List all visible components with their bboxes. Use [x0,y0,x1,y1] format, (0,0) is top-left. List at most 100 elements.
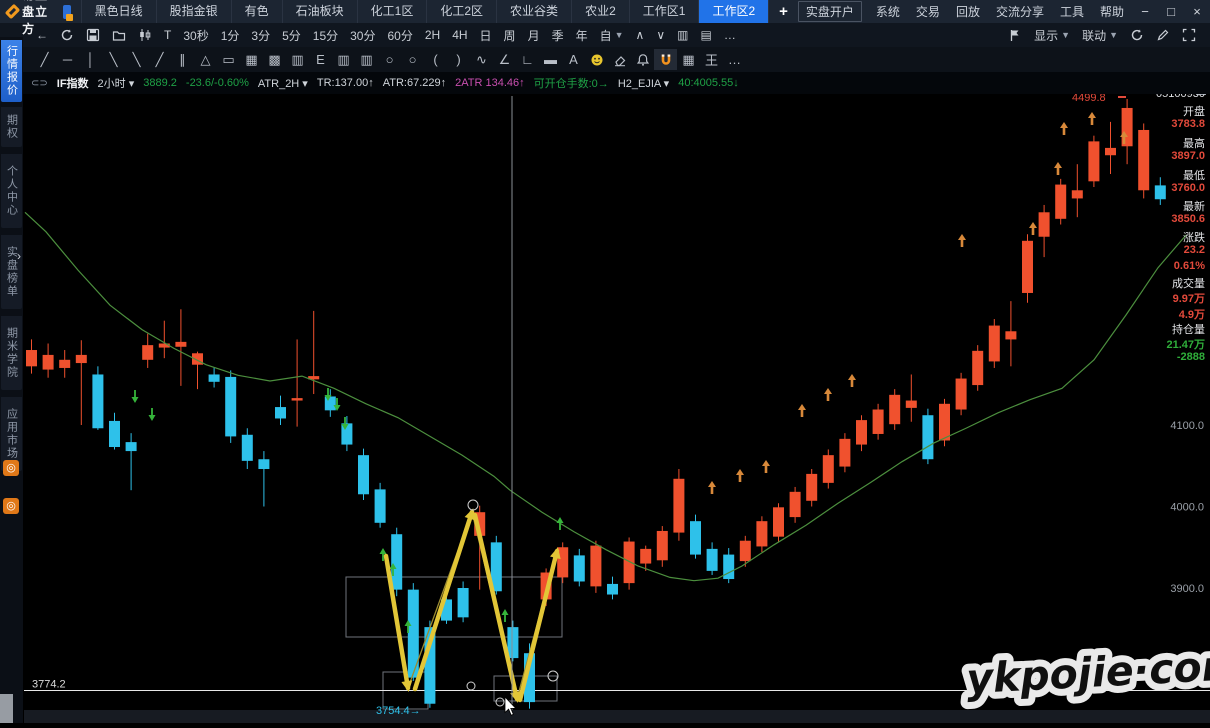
text-tool[interactable]: A [562,49,585,70]
draw-pencil-icon[interactable] [1150,28,1176,42]
period-button[interactable]: 5分 [276,27,307,44]
fib-retracement-tool[interactable]: ▥ [286,49,309,70]
chart-canvas[interactable]: 3774.24100.04000.03900.04499.83754.4→ykp… [24,94,1210,723]
period-button[interactable]: 1分 [215,27,246,44]
gann-fan-tool[interactable]: ∠ [493,49,516,70]
period-button[interactable]: 4H [446,28,473,42]
price-chart[interactable]: 3774.24100.04000.03900.04499.83754.4→ykp… [24,94,1210,723]
gann-grid-tool[interactable]: ▦ [240,49,263,70]
menu-item[interactable]: 工具 [1052,3,1092,20]
price-grid-tool[interactable]: ▩ [263,49,286,70]
arc-right-tool[interactable]: ) [447,49,470,70]
rectangle-tool[interactable]: ▭ [217,49,240,70]
workspace-tab[interactable]: 黑色日线 [81,0,156,23]
vertical-line-tool[interactable]: │ [79,49,102,70]
zoom-flag-icon[interactable] [1002,28,1028,42]
sidebar-app-icon-2[interactable]: ◎ [3,498,19,514]
board-tool[interactable]: ▦ [677,49,700,70]
workspace-tab[interactable]: 农业谷类 [496,0,571,23]
emoji-tool[interactable] [585,49,608,70]
workspace-tab[interactable]: 工作区1 [629,0,699,23]
sidebar-expand-chevron[interactable]: › [17,249,21,263]
candle-body [657,531,668,560]
workspace-tab[interactable]: 农业2 [571,0,629,23]
zigzag-tool[interactable]: ∿ [470,49,493,70]
ellipse-tool[interactable]: ○ [401,49,424,70]
menu-item[interactable]: 帮助 [1092,3,1132,20]
menu-item[interactable]: 回放 [948,3,988,20]
link-icon[interactable]: ⊂⊃ [31,78,48,89]
alert-bell-tool[interactable] [631,49,654,70]
period-button[interactable]: 30分 [344,27,381,44]
auto-period-dropdown[interactable]: 自▼ [594,27,630,44]
linkage-dropdown[interactable]: 联动▼ [1076,27,1124,44]
period-button[interactable]: 3分 [245,27,276,44]
save-icon[interactable] [80,28,106,42]
period-button[interactable]: 季 [546,27,570,44]
trend-line-tool[interactable]: ╲ [125,49,148,70]
display-dropdown[interactable]: 显示▼ [1028,27,1076,44]
ray-line-tool[interactable]: ╲ [102,49,125,70]
fib-extension-tool[interactable]: ▥ [332,49,355,70]
sidebar-item-tab[interactable]: 实盘榜单 [1,235,22,309]
rotate-icon[interactable] [1124,28,1150,42]
workspace-tab[interactable]: 有色 [231,0,282,23]
green-signal-arrow [149,415,156,421]
fullscreen-icon[interactable] [1176,28,1202,42]
period-button[interactable]: 日 [474,27,498,44]
sidebar-item-active[interactable]: 行情报价 [1,40,22,102]
sidebar-item-tab[interactable]: 期米学院 [1,316,22,390]
workspace-icon[interactable] [63,5,70,19]
candle-body [1072,190,1083,198]
arc-left-tool[interactable]: ( [424,49,447,70]
sidebar-app-icon-1[interactable]: ◎ [3,460,19,476]
menu-item[interactable]: 实盘开户 [798,1,862,22]
collapse-up-icon[interactable]: ∧ [630,28,651,42]
close-button[interactable]: × [1184,4,1210,19]
period-button[interactable]: 30秒 [177,27,214,44]
triangle-tool[interactable]: △ [194,49,217,70]
menu-item[interactable]: 交流分享 [988,3,1052,20]
period-button[interactable]: 年 [570,27,594,44]
ruler-tool[interactable]: ▬ [539,49,562,70]
horizontal-segment-tool[interactable]: ─ [56,49,79,70]
kline-chart-icon[interactable] [132,28,158,42]
candle-body [109,421,120,447]
parallel-channel-tool[interactable]: ∥ [171,49,194,70]
workspace-tab[interactable]: 股指金银 [156,0,231,23]
menu-item[interactable]: 交易 [908,3,948,20]
more-icon[interactable]: … [718,28,742,42]
workspace-tab[interactable]: 化工1区 [357,0,427,23]
workspace-tab[interactable]: 工作区2 [698,0,768,23]
sidebar-item-tab[interactable]: 个人中心 [1,154,22,228]
angle-tool[interactable]: ∟ [516,49,539,70]
period-button[interactable]: 周 [498,27,522,44]
more-tools[interactable]: … [723,49,746,70]
workspace-tab[interactable]: 石油板块 [282,0,357,23]
orange-up-arrow [801,410,804,417]
elliott-wave-tool[interactable]: E [309,49,332,70]
menu-item[interactable]: 系统 [868,3,908,20]
short-line-tool[interactable]: ╱ [148,49,171,70]
add-workspace-button[interactable]: + [768,0,798,23]
period-button[interactable]: 60分 [381,27,418,44]
period-button[interactable]: 月 [522,27,546,44]
split-pane-icon[interactable]: ▥ [671,28,694,42]
text-period-icon[interactable]: T [158,28,177,42]
layout-list-icon[interactable]: ▤ [694,28,717,42]
orange-up-arrow [961,240,964,247]
eraser-tool[interactable] [608,49,631,70]
collapse-down-icon[interactable]: ∨ [650,28,671,42]
fib-timezone-tool[interactable]: ▥ [355,49,378,70]
king-line-tool[interactable]: 王 [700,49,723,70]
period-button[interactable]: 2H [419,28,446,42]
magnet-tool[interactable] [654,49,677,70]
minimize-button[interactable]: − [1132,4,1158,19]
workspace-tab[interactable]: 化工2区 [426,0,496,23]
sidebar-item-tab[interactable]: 期权 [1,107,22,147]
open-folder-icon[interactable] [106,28,132,42]
period-button[interactable]: 15分 [307,27,344,44]
maximize-button[interactable]: □ [1158,4,1184,19]
segment-line-tool[interactable]: ╱ [33,49,56,70]
circle-tool[interactable]: ○ [378,49,401,70]
